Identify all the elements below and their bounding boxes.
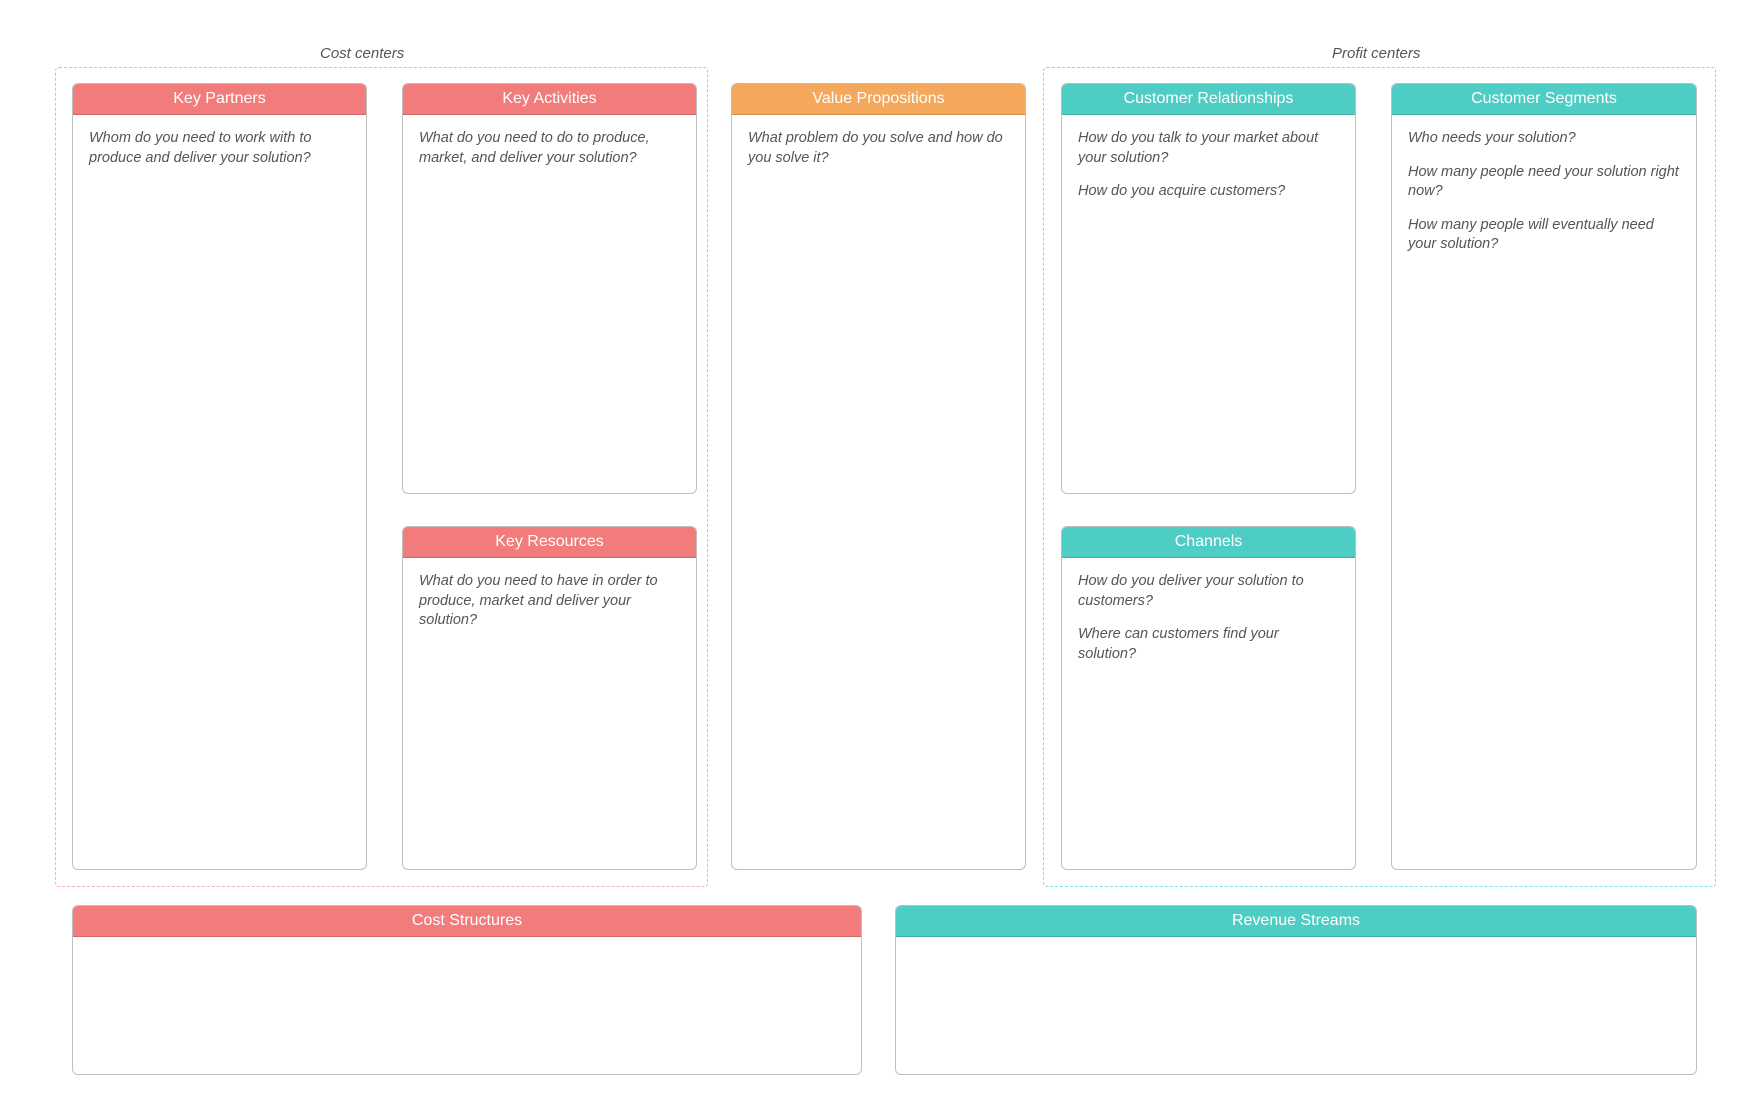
card-value-propositions[interactable]: Value Propositions What problem do you s… [731,83,1026,870]
card-value-propositions-body: What problem do you solve and how do you… [732,115,1025,196]
card-customer-segments-title: Customer Segments [1392,84,1696,115]
card-key-resources-body: What do you need to have in order to pro… [403,558,696,659]
card-customer-relationships-body: How do you talk to your market about you… [1062,115,1355,230]
card-key-partners[interactable]: Key Partners Whom do you need to work wi… [72,83,367,870]
card-key-activities-title: Key Activities [403,84,696,115]
card-key-resources-title: Key Resources [403,527,696,558]
card-customer-segments-body: Who needs your solution? How many people… [1392,115,1696,283]
card-key-partners-body: Whom do you need to work with to produce… [73,115,366,196]
profit-centers-label: Profit centers [1332,45,1420,62]
card-channels[interactable]: Channels How do you deliver your solutio… [1061,526,1356,870]
card-channels-title: Channels [1062,527,1355,558]
cost-centers-label: Cost centers [320,45,404,62]
card-cost-structures-body [73,937,861,965]
card-channels-body: How do you deliver your solution to cust… [1062,558,1355,692]
card-key-activities-body: What do you need to do to produce, marke… [403,115,696,196]
card-revenue-streams[interactable]: Revenue Streams [895,905,1697,1075]
card-revenue-streams-body [896,937,1696,965]
card-key-resources[interactable]: Key Resources What do you need to have i… [402,526,697,870]
card-key-activities[interactable]: Key Activities What do you need to do to… [402,83,697,494]
card-cost-structures[interactable]: Cost Structures [72,905,862,1075]
card-customer-relationships-title: Customer Relationships [1062,84,1355,115]
card-key-partners-title: Key Partners [73,84,366,115]
card-revenue-streams-title: Revenue Streams [896,906,1696,937]
card-customer-relationships[interactable]: Customer Relationships How do you talk t… [1061,83,1356,494]
card-cost-structures-title: Cost Structures [73,906,861,937]
card-value-propositions-title: Value Propositions [732,84,1025,115]
card-customer-segments[interactable]: Customer Segments Who needs your solutio… [1391,83,1697,870]
